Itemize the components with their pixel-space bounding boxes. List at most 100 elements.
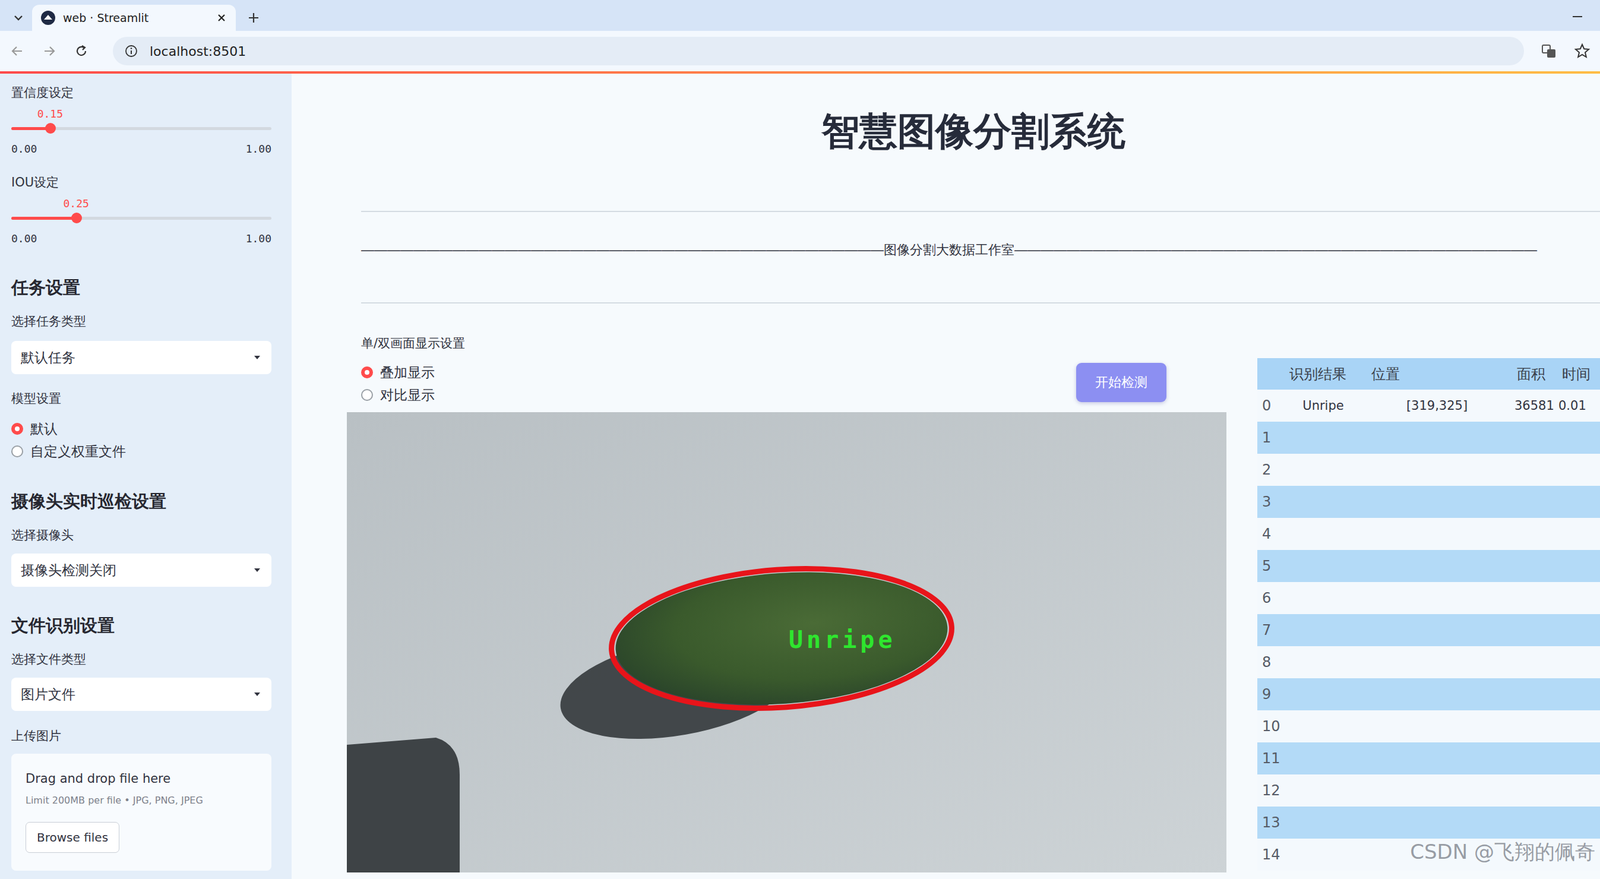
- table-row[interactable]: 4: [1257, 517, 1600, 550]
- field-label: 上传图片: [11, 728, 272, 744]
- browser-tab[interactable]: web · Streamlit: [32, 4, 236, 31]
- table-row[interactable]: 6: [1257, 582, 1600, 615]
- table-cell: [1554, 549, 1600, 583]
- translate-icon[interactable]: [1540, 42, 1558, 60]
- slider-thumb[interactable]: [71, 212, 82, 224]
- browse-button[interactable]: Browse files: [25, 821, 120, 853]
- table-row[interactable]: 11: [1257, 742, 1600, 775]
- drop-text: Drag and drop file here: [25, 770, 258, 787]
- address-bar: localhost:8501: [0, 30, 1600, 72]
- row-index: 4: [1257, 517, 1283, 550]
- back-arrow-icon[interactable]: [9, 43, 25, 59]
- radio-option[interactable]: 自定义权重文件: [11, 440, 272, 463]
- row-index: 0: [1257, 389, 1283, 422]
- star-icon[interactable]: [1573, 42, 1591, 60]
- slider-track[interactable]: [11, 127, 272, 131]
- column-header[interactable]: 时间: [1554, 358, 1600, 390]
- slider-thumb[interactable]: [45, 122, 56, 134]
- table-cell: [1554, 485, 1600, 518]
- slider-value: 0.25: [63, 197, 90, 211]
- table-cell: Unripe: [1282, 389, 1365, 422]
- table-row[interactable]: 1: [1257, 421, 1600, 454]
- table-row[interactable]: 10: [1257, 710, 1600, 743]
- table-row[interactable]: 0Unripe[319,325]365810.01: [1257, 389, 1600, 422]
- table-cell: [1364, 774, 1510, 807]
- slider[interactable]: 置信度设定 0.15 0.00 1.00: [11, 84, 272, 156]
- table-row[interactable]: 3: [1257, 485, 1600, 518]
- column-header[interactable]: 位置: [1364, 358, 1510, 390]
- table-cell: [1509, 774, 1555, 807]
- section-heading: 任务设置: [11, 276, 272, 299]
- close-icon[interactable]: [215, 11, 228, 24]
- row-index: 13: [1257, 806, 1283, 839]
- column-header[interactable]: 识别结果: [1282, 358, 1365, 390]
- watermark: CSDN @飞翔的佩奇: [1409, 839, 1596, 864]
- field-label: 选择文件类型: [11, 651, 272, 667]
- select-box[interactable]: 图片文件: [11, 677, 272, 711]
- radio-option[interactable]: 默认: [11, 417, 272, 441]
- table-cell: [1554, 806, 1600, 839]
- caret-down-icon: [252, 565, 262, 575]
- table-cell: [1554, 742, 1600, 775]
- table-cell: [1364, 485, 1510, 518]
- row-index: 5: [1257, 549, 1283, 583]
- table-row[interactable]: 13: [1257, 806, 1600, 839]
- table-cell: [1282, 742, 1365, 775]
- slider-track[interactable]: [11, 216, 272, 220]
- table-cell: [1364, 646, 1510, 679]
- chevron-down-icon: [11, 11, 25, 25]
- radio-dot: [361, 389, 373, 401]
- table-row[interactable]: 5: [1257, 549, 1600, 583]
- table-row[interactable]: 2: [1257, 453, 1600, 486]
- table-cell: [1509, 710, 1555, 743]
- table-cell: [1282, 678, 1365, 711]
- forward-arrow-icon[interactable]: [41, 43, 58, 59]
- select-box[interactable]: 默认任务: [11, 340, 272, 375]
- tab-search-button[interactable]: [8, 4, 29, 31]
- row-index: 2: [1257, 453, 1283, 486]
- table-cell: [1282, 646, 1365, 679]
- url-field[interactable]: localhost:8501: [112, 36, 1524, 66]
- plus-icon[interactable]: [246, 10, 261, 25]
- table-cell: [319,325]: [1364, 389, 1510, 422]
- display-mode-group: 单/双画面显示设置 叠加显示 对比显示: [361, 336, 466, 407]
- slider-value: 0.15: [37, 107, 63, 121]
- radio-option[interactable]: 叠加显示: [361, 361, 466, 384]
- table-cell: [1554, 582, 1600, 615]
- table-cell: [1282, 806, 1365, 839]
- table-cell: [1509, 582, 1555, 615]
- column-header[interactable]: 面积: [1509, 358, 1555, 390]
- table-cell: [1282, 453, 1365, 486]
- table-row[interactable]: 12: [1257, 774, 1600, 807]
- results-table: 识别结果位置面积时间0Unripe[319,325]365810.0112345…: [1257, 358, 1600, 873]
- file-uploader[interactable]: Drag and drop file here Limit 200MB per …: [11, 753, 272, 871]
- row-index: 8: [1257, 646, 1283, 679]
- field-label: 选择摄像头: [11, 527, 272, 543]
- start-detection-button[interactable]: 开始检测: [1076, 362, 1167, 403]
- minimize-icon[interactable]: [1570, 9, 1585, 24]
- radio-option[interactable]: 对比显示: [361, 383, 466, 407]
- table-cell: [1282, 614, 1365, 647]
- row-index: 14: [1257, 838, 1283, 871]
- reload-icon[interactable]: [73, 43, 90, 59]
- slider[interactable]: IOU设定 0.25 0.00 1.00: [11, 174, 272, 246]
- table-row[interactable]: 8: [1257, 646, 1600, 679]
- table-row[interactable]: 9: [1257, 678, 1600, 711]
- page-title: 智慧图像分割系统: [346, 106, 1600, 156]
- info-icon[interactable]: [124, 44, 138, 58]
- slider-label: 置信度设定: [11, 84, 272, 101]
- table-row[interactable]: 7: [1257, 614, 1600, 647]
- tab-title: web · Streamlit: [62, 11, 209, 25]
- table-cell: [1509, 646, 1555, 679]
- table-cell: [1282, 421, 1365, 454]
- field-label: 选择任务类型: [11, 313, 272, 330]
- table-cell: [1509, 742, 1555, 775]
- row-index: 7: [1257, 614, 1283, 647]
- limit-text: Limit 200MB per file • JPG, PNG, JPEG: [25, 793, 258, 808]
- table-cell: [1509, 806, 1555, 839]
- select-box[interactable]: 摄像头检测关闭: [11, 553, 272, 587]
- table-cell: [1282, 485, 1365, 518]
- url-text: localhost:8501: [149, 43, 246, 59]
- row-index: 3: [1257, 485, 1283, 518]
- slider-min: 0.00: [11, 142, 37, 156]
